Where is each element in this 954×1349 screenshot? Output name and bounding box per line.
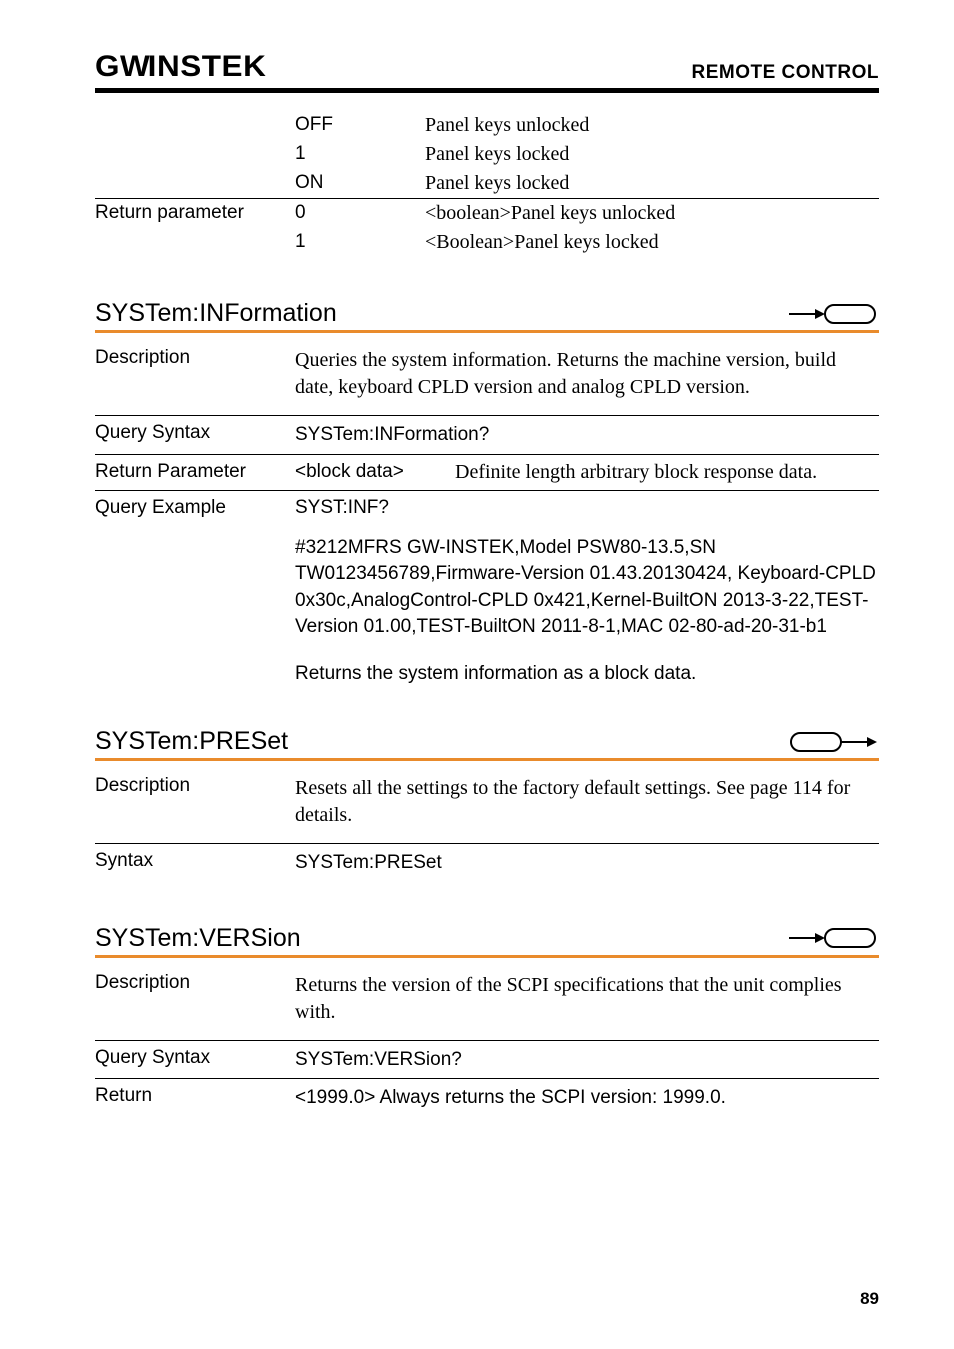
section-title: SYSTem:VERSion — [95, 924, 301, 953]
row-label: Description — [95, 972, 295, 1026]
param-key: 0 — [295, 199, 425, 229]
syntax-row: Syntax SYSTem:PRESet — [95, 844, 879, 882]
query-example-cmd: SYST:INF? — [295, 497, 879, 519]
description-row: Description Queries the system informati… — [95, 333, 879, 416]
query-arrow-icon — [789, 303, 879, 325]
row-label: Return Parameter — [95, 461, 295, 484]
description-text: Resets all the settings to the factory d… — [295, 775, 879, 829]
table-row: Return parameter 0 <boolean>Panel keys u… — [95, 199, 879, 229]
brand-logo: GWINSTEK — [95, 50, 266, 84]
section-title: SYSTem:PRESet — [95, 727, 288, 756]
row-label: Description — [95, 775, 295, 829]
param-val: Panel keys locked — [425, 140, 879, 169]
return-parameter-inner: <block data> Definite length arbitrary b… — [295, 461, 879, 484]
row-label: Query Example — [95, 497, 295, 685]
page-header: GWINSTEK REMOTE CONTROL — [95, 50, 879, 86]
row-label: Query Syntax — [95, 422, 295, 448]
return-value: <1999.0> Always returns the SCPI version… — [295, 1085, 879, 1111]
table-row: ON Panel keys locked — [95, 169, 879, 199]
table-row: OFF Panel keys unlocked — [95, 111, 879, 140]
query-example-row: Query Example SYST:INF? #3212MFRS GW-INS… — [95, 491, 879, 685]
description-text: Queries the system information. Returns … — [295, 347, 879, 401]
syntax-value: SYSTem:PRESet — [295, 850, 879, 876]
query-syntax-value: SYSTem:VERSion? — [295, 1047, 879, 1073]
query-syntax-row: Query Syntax SYSTem:INFormation? — [95, 416, 879, 455]
return-param-label: Return parameter — [95, 199, 295, 229]
param-val: Panel keys locked — [425, 169, 879, 199]
param-key: 1 — [295, 140, 425, 169]
return-val: Definite length arbitrary block response… — [455, 461, 879, 484]
table-row: 1 Panel keys locked — [95, 140, 879, 169]
param-key: ON — [295, 169, 425, 199]
row-label: Syntax — [95, 850, 295, 876]
header-rule — [95, 88, 879, 93]
param-val: <Boolean>Panel keys locked — [425, 228, 879, 257]
query-syntax-row: Query Syntax SYSTem:VERSion? — [95, 1041, 879, 1080]
param-val: Panel keys unlocked — [425, 111, 879, 140]
row-label: Description — [95, 347, 295, 401]
param-val: <boolean>Panel keys unlocked — [425, 199, 879, 229]
section-header-version: SYSTem:VERSion — [95, 924, 879, 953]
return-mid: <block data> — [295, 461, 455, 484]
query-arrow-icon — [789, 927, 879, 949]
section-header-preset: SYSTem:PRESet — [95, 727, 879, 756]
example-note: Returns the system information as a bloc… — [295, 663, 879, 685]
table-row: 1 <Boolean>Panel keys locked — [95, 228, 879, 257]
description-row: Description Returns the version of the S… — [95, 958, 879, 1041]
param-key: OFF — [295, 111, 425, 140]
section-header-information: SYSTem:INFormation — [95, 299, 879, 328]
description-row: Description Resets all the settings to t… — [95, 761, 879, 844]
example-response: #3212MFRS GW-INSTEK,Model PSW80-13.5,SN … — [295, 535, 879, 641]
param-key: 1 — [295, 228, 425, 257]
query-syntax-value: SYSTem:INFormation? — [295, 422, 879, 448]
section-title: SYSTem:INFormation — [95, 299, 337, 328]
page-number: 89 — [860, 1289, 879, 1309]
return-row: Return <1999.0> Always returns the SCPI … — [95, 1079, 879, 1117]
header-title: REMOTE CONTROL — [692, 62, 880, 84]
set-arrow-icon — [789, 731, 879, 753]
row-label: Query Syntax — [95, 1047, 295, 1073]
return-parameter-row: Return Parameter <block data> Definite l… — [95, 455, 879, 491]
param-table: OFF Panel keys unlocked 1 Panel keys loc… — [95, 111, 879, 257]
description-text: Returns the version of the SCPI specific… — [295, 972, 879, 1026]
row-label: Return — [95, 1085, 295, 1111]
